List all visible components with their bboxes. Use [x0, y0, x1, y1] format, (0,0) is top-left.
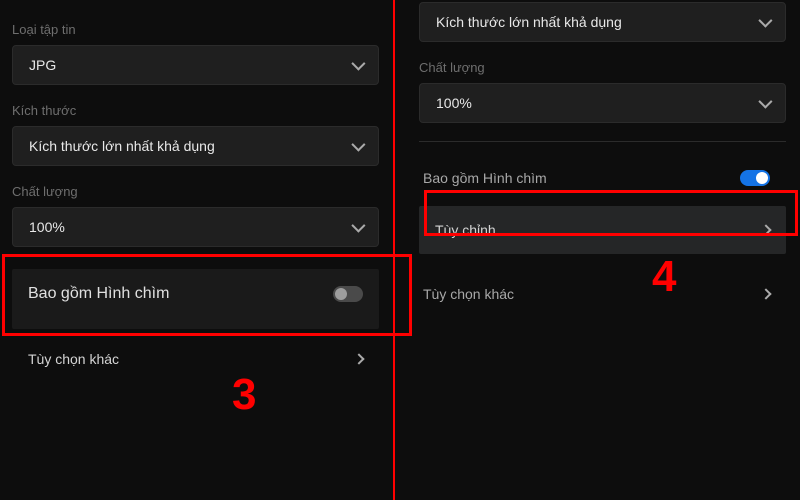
- file-type-label: Loại tập tin: [12, 22, 379, 37]
- include-watermark-row: Bao gồm Hình chìm: [12, 269, 379, 329]
- dimensions-select[interactable]: Kích thước lớn nhất khả dụng: [419, 2, 786, 42]
- chevron-right-icon: [353, 353, 364, 364]
- more-options-row[interactable]: Tùy chọn khác: [12, 335, 379, 383]
- divider: [419, 141, 786, 142]
- customize-row[interactable]: Tùy chỉnh: [419, 206, 786, 254]
- chevron-down-icon: [351, 219, 365, 233]
- include-watermark-toggle[interactable]: [740, 170, 770, 186]
- customize-label: Tùy chỉnh: [435, 222, 762, 238]
- chevron-down-icon: [351, 138, 365, 152]
- dimensions-label: Kích thước: [12, 103, 379, 118]
- quality-value: 100%: [436, 95, 472, 111]
- toggle-knob: [335, 288, 347, 300]
- include-watermark-label: Bao gồm Hình chìm: [423, 170, 740, 186]
- quality-select[interactable]: 100%: [419, 83, 786, 123]
- more-options-row[interactable]: Tùy chọn khác: [419, 270, 786, 318]
- include-watermark-row: Bao gồm Hình chìm: [419, 154, 786, 202]
- chevron-right-icon: [760, 288, 771, 299]
- quality-label: Chất lượng: [12, 184, 379, 199]
- include-watermark-toggle[interactable]: [333, 286, 363, 302]
- settings-panel-left: Loại tập tin JPG Kích thước Kích thước l…: [0, 0, 393, 500]
- more-options-label: Tùy chọn khác: [28, 351, 355, 367]
- chevron-down-icon: [758, 95, 772, 109]
- include-watermark-label: Bao gồm Hình chìm: [28, 285, 169, 303]
- chevron-down-icon: [758, 14, 772, 28]
- dimensions-value: Kích thước lớn nhất khả dụng: [29, 138, 215, 154]
- chevron-right-icon: [760, 224, 771, 235]
- more-options-label: Tùy chọn khác: [423, 286, 762, 302]
- chevron-down-icon: [351, 57, 365, 71]
- quality-value: 100%: [29, 219, 65, 235]
- quality-label: Chất lượng: [419, 60, 786, 75]
- file-type-select[interactable]: JPG: [12, 45, 379, 85]
- file-type-value: JPG: [29, 57, 56, 73]
- quality-select[interactable]: 100%: [12, 207, 379, 247]
- dimensions-value: Kích thước lớn nhất khả dụng: [436, 14, 622, 30]
- settings-panel-right: Kích thước lớn nhất khả dụng Chất lượng …: [393, 0, 800, 500]
- dimensions-select[interactable]: Kích thước lớn nhất khả dụng: [12, 126, 379, 166]
- toggle-knob: [756, 172, 768, 184]
